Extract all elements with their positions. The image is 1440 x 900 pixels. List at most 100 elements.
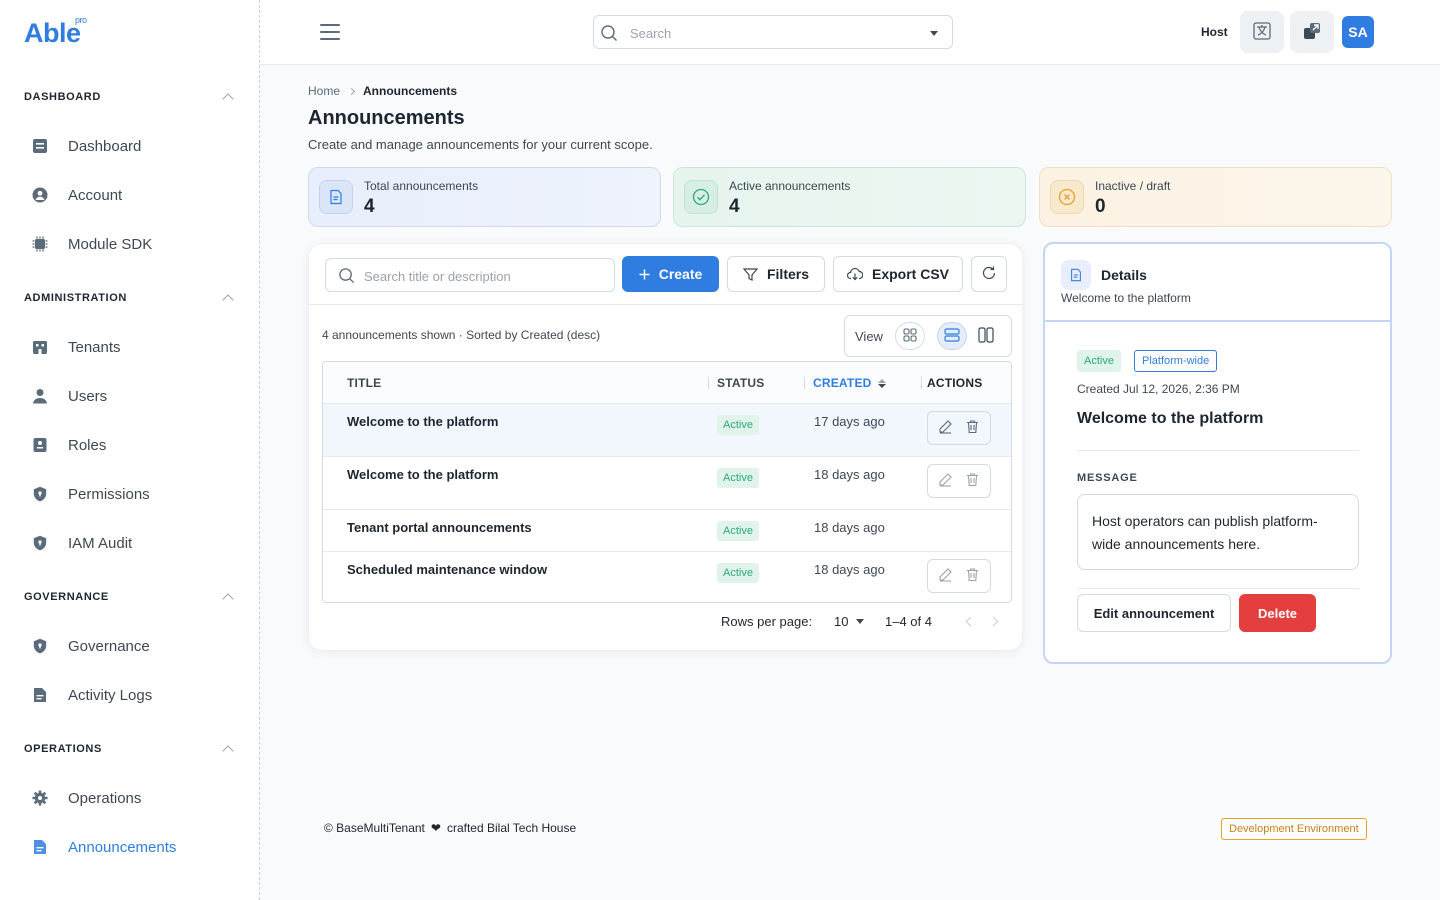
- chevron-up-icon: [222, 593, 234, 605]
- breadcrumb: Home Announcements: [308, 84, 457, 98]
- view-switcher: View: [844, 315, 1012, 357]
- grid-icon: [903, 327, 917, 345]
- status-badge: Active: [717, 563, 759, 583]
- scope-label: Host: [1201, 25, 1228, 39]
- scope-badge: Platform-wide: [1134, 350, 1218, 372]
- global-search-input[interactable]: [630, 23, 920, 43]
- environment-badge: Development Environment: [1221, 818, 1367, 840]
- edit-announcement-button[interactable]: Edit announcement: [1077, 594, 1231, 632]
- building-icon: [32, 339, 48, 355]
- details-header: Details Welcome to the platform: [1045, 244, 1390, 322]
- sidebar-item-announcements[interactable]: Announcements: [24, 829, 236, 865]
- message-body: Host operators can publish platform-wide…: [1077, 494, 1359, 570]
- announcements-list-card: Create Filters Export CSV 4 announcement…: [308, 243, 1023, 651]
- create-button[interactable]: Create: [622, 256, 719, 292]
- dashboard-icon: [32, 138, 48, 154]
- external-link-icon: [1302, 21, 1322, 44]
- column-divider: [708, 377, 709, 389]
- breadcrumb-current: Announcements: [363, 84, 458, 98]
- status-badge: Active: [717, 468, 759, 488]
- sidebar-item-iam-audit[interactable]: IAM Audit: [24, 525, 236, 561]
- next-page-icon[interactable]: [988, 616, 999, 627]
- trash-icon[interactable]: [965, 472, 980, 490]
- status-badge: Active: [1077, 350, 1121, 372]
- chevron-down-icon[interactable]: [930, 31, 938, 36]
- chevron-up-icon: [222, 294, 234, 306]
- section-operations[interactable]: OPERATIONS: [24, 739, 236, 759]
- sidebar-item-account[interactable]: Account: [24, 177, 236, 213]
- status-badge: Active: [717, 521, 759, 541]
- sidebar-item-roles[interactable]: Roles: [24, 427, 236, 463]
- sidebar-item-tenants[interactable]: Tenants: [24, 329, 236, 365]
- columns-icon: [978, 326, 994, 346]
- column-created[interactable]: CREATED: [813, 376, 886, 390]
- list-view-button[interactable]: [937, 322, 967, 350]
- delete-button[interactable]: Delete: [1239, 594, 1316, 632]
- sidebar-item-dashboard[interactable]: Dashboard: [24, 128, 236, 164]
- prev-page-icon[interactable]: [965, 616, 976, 627]
- page-subtitle: Create and manage announcements for your…: [308, 137, 653, 152]
- language-button[interactable]: [1240, 11, 1284, 53]
- grid-view-button[interactable]: [895, 322, 925, 350]
- user-avatar[interactable]: SA: [1342, 16, 1374, 48]
- table-row[interactable]: Welcome to the platform Active 18 days a…: [323, 457, 1011, 510]
- table-header: TITLE STATUS CREATED ACTIONS: [323, 362, 1011, 404]
- details-panel: Details Welcome to the platform Active P…: [1043, 242, 1392, 664]
- filters-button[interactable]: Filters: [727, 256, 825, 292]
- check-circle-icon: [684, 180, 718, 214]
- edit-icon[interactable]: [938, 419, 953, 437]
- stat-total: Total announcements 4: [308, 167, 661, 227]
- sidebar-item-permissions[interactable]: Permissions: [24, 476, 236, 512]
- column-status[interactable]: STATUS: [717, 376, 764, 390]
- plus-icon: [639, 269, 650, 280]
- split-view-button[interactable]: [971, 322, 1001, 350]
- global-search[interactable]: [593, 15, 953, 49]
- document-icon: [1061, 260, 1091, 290]
- list-search-input[interactable]: [364, 266, 604, 286]
- edit-icon[interactable]: [938, 472, 953, 490]
- page-title: Announcements: [308, 107, 465, 129]
- trash-icon[interactable]: [965, 419, 980, 437]
- section-governance[interactable]: GOVERNANCE: [24, 587, 236, 607]
- rows-per-page-label: Rows per page:: [721, 614, 813, 629]
- rows-icon: [944, 327, 960, 345]
- pagination-range: 1–4 of 4: [885, 614, 932, 629]
- gear-icon: [32, 790, 48, 806]
- column-title[interactable]: TITLE: [347, 376, 381, 390]
- brand-logo[interactable]: Able pro: [24, 15, 87, 49]
- list-search[interactable]: [325, 258, 615, 292]
- export-csv-button[interactable]: Export CSV: [833, 256, 963, 292]
- refresh-button[interactable]: [971, 256, 1007, 292]
- badge-icon: [32, 437, 48, 453]
- section-administration[interactable]: ADMINISTRATION: [24, 288, 236, 308]
- sidebar-item-operations[interactable]: Operations: [24, 780, 236, 816]
- chevron-right-icon: [347, 87, 356, 95]
- section-dashboard[interactable]: DASHBOARD: [24, 87, 236, 107]
- search-icon: [600, 24, 618, 45]
- chip-icon: [32, 236, 48, 252]
- chevron-up-icon: [222, 745, 234, 757]
- sidebar: Able pro DASHBOARD Dashboard Account Modu…: [0, 0, 260, 900]
- list-meta: 4 announcements shown · Sorted by Create…: [322, 328, 601, 342]
- sidebar-item-users[interactable]: Users: [24, 378, 236, 414]
- menu-toggle-icon[interactable]: [320, 24, 340, 40]
- breadcrumb-home[interactable]: Home: [308, 84, 340, 98]
- shield-icon: [32, 535, 48, 551]
- document-icon: [319, 180, 353, 214]
- rows-per-page-select[interactable]: 10: [834, 614, 865, 629]
- sidebar-item-activity-logs[interactable]: Activity Logs: [24, 677, 236, 713]
- chevron-up-icon: [222, 93, 234, 105]
- sidebar-item-governance[interactable]: Governance: [24, 628, 236, 664]
- column-divider: [921, 377, 922, 389]
- account-icon: [32, 187, 48, 203]
- quick-link-button[interactable]: [1290, 11, 1334, 53]
- announcements-table: TITLE STATUS CREATED ACTIONS Welcome to …: [322, 361, 1012, 603]
- trash-icon[interactable]: [965, 567, 980, 585]
- table-row[interactable]: Welcome to the platform Active 17 days a…: [323, 404, 1011, 457]
- table-row[interactable]: Scheduled maintenance window Active 18 d…: [323, 552, 1011, 602]
- row-actions: [927, 464, 991, 498]
- edit-icon[interactable]: [938, 567, 953, 585]
- table-row[interactable]: Tenant portal announcements Active 18 da…: [323, 510, 1011, 552]
- row-actions: [927, 559, 991, 593]
- sidebar-item-module-sdk[interactable]: Module SDK: [24, 226, 236, 262]
